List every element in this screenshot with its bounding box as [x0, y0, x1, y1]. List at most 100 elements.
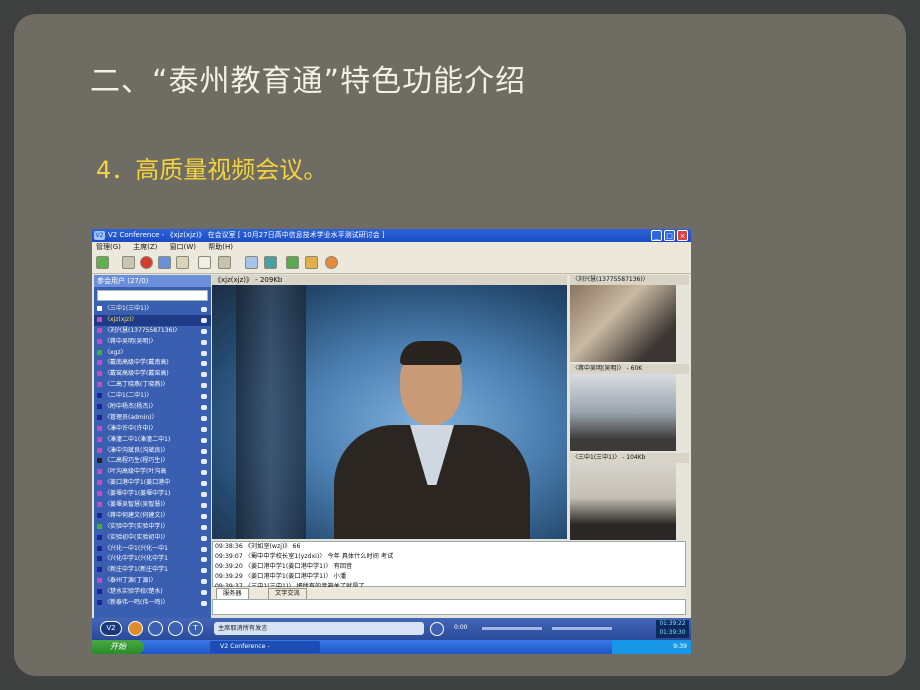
participant-item[interactable]: 〈溱中沟斌良(沟斌良)〉 [94, 446, 211, 457]
tool-whiteboard-icon[interactable] [158, 256, 171, 269]
participant-item[interactable]: 〈管理员(admin)〉 [94, 413, 211, 424]
tool-users-icon[interactable] [96, 256, 109, 269]
camera-icon[interactable] [201, 481, 207, 487]
camera-icon[interactable] [201, 524, 207, 530]
participant-item[interactable]: 〈新泰伟一鸣(伟一鸣)〉 [94, 598, 211, 609]
windows-taskbar: 开始 V2 Conference - 9:39 [92, 640, 691, 654]
participant-item[interactable]: 〈实验初中(实验初中)〉 [94, 533, 211, 544]
mic-icon[interactable] [430, 622, 444, 636]
main-video[interactable] [212, 285, 567, 539]
side-video-3[interactable] [570, 463, 676, 540]
menu-window[interactable]: 窗口(W) [170, 243, 196, 251]
speaker-slider[interactable] [552, 627, 612, 630]
participant-item[interactable]: 〈xjz(xjz)〉 [94, 314, 211, 326]
camera-icon[interactable] [201, 372, 207, 378]
camera-icon[interactable] [201, 503, 207, 509]
camera-icon[interactable] [201, 470, 207, 476]
camera-icon[interactable] [201, 339, 207, 345]
camera-icon[interactable] [201, 415, 207, 421]
participant-item[interactable]: 〈附中杨杰(杨杰)〉 [94, 402, 211, 413]
participant-item[interactable]: 〈戴窑高级中学(戴窑高) [94, 369, 211, 380]
camera-icon[interactable] [201, 590, 207, 596]
start-button[interactable]: 开始 [92, 640, 144, 654]
participant-name: 〈兴化中学1(兴化中学1 [104, 555, 168, 563]
tool-screen-icon[interactable] [264, 256, 277, 269]
participant-item[interactable]: 〈蒋中何建文(何建文)〉 [94, 511, 211, 522]
camera-icon[interactable] [201, 383, 207, 389]
participant-name: 〈实验初中(实验初中)〉 [104, 533, 169, 541]
tool-settings-icon[interactable] [325, 256, 338, 269]
tool-pointer-icon[interactable] [218, 256, 231, 269]
camera-icon[interactable] [201, 448, 207, 454]
background-lamp [236, 285, 306, 539]
camera-icon[interactable] [201, 426, 207, 432]
participant-item[interactable]: 〈二中1(二中1)〉 [94, 391, 211, 402]
camera-icon[interactable] [201, 437, 207, 443]
menu-manage[interactable]: 管理(G) [96, 243, 121, 251]
hand-icon[interactable] [128, 621, 143, 636]
tool-record-icon[interactable] [140, 256, 153, 269]
participant-item[interactable]: 〈三中1(三中1)〉 [94, 304, 211, 315]
camera-icon[interactable] [201, 535, 207, 541]
camera-icon[interactable] [201, 317, 207, 323]
close-button[interactable]: × [677, 230, 688, 241]
camera-icon[interactable] [201, 350, 207, 356]
camera-icon[interactable] [201, 546, 207, 552]
tool-copy-icon[interactable] [198, 256, 211, 269]
maximize-button[interactable]: □ [664, 230, 675, 241]
tool-camera-icon[interactable] [245, 256, 258, 269]
tool-share-icon[interactable] [122, 256, 135, 269]
participant-header: 参会用户 (27/0) [94, 275, 211, 287]
tool-audio-icon[interactable] [305, 256, 318, 269]
participant-search-input[interactable] [97, 290, 208, 301]
participant-item[interactable]: 〈泰州丁源(丁源)〉 [94, 576, 211, 587]
status-icon [97, 436, 102, 442]
participant-item[interactable]: 〈姜堰吴智慧(吴智慧)〉 [94, 500, 211, 511]
participant-item[interactable]: 〈楚水实验学校(楚水) [94, 587, 211, 598]
menu-help[interactable]: 帮助(H) [208, 243, 233, 251]
camera-icon[interactable] [201, 601, 207, 607]
side-video-2[interactable] [570, 374, 676, 451]
camera-icon[interactable] [201, 492, 207, 498]
participant-item[interactable]: 〈蒋中吴明(吴明)〉 [94, 337, 211, 348]
participant-item[interactable]: 〈兴化一中1(兴化一中1 [94, 544, 211, 555]
participant-item[interactable]: 〈实验中学(实验中学)〉 [94, 522, 211, 533]
status-icon [97, 589, 102, 595]
board-icon[interactable] [168, 621, 183, 636]
camera-icon[interactable] [201, 557, 207, 563]
chat-input[interactable] [212, 599, 686, 615]
participant-item[interactable]: 〈兴化中学1(兴化中学1 [94, 554, 211, 565]
side-video-1[interactable] [570, 285, 676, 362]
camera-icon[interactable] [201, 361, 207, 367]
volume-slider[interactable] [482, 627, 542, 630]
participant-item[interactable]: 〈xgz〉 [94, 348, 211, 359]
taskbar-item-conference[interactable]: V2 Conference - [210, 641, 320, 653]
minimize-button[interactable]: _ [651, 230, 662, 241]
participant-item[interactable]: 〈溱潼二中1(溱潼二中1) [94, 435, 211, 446]
participant-item[interactable]: 〈新庄中学1(新庄中学1 [94, 565, 211, 576]
camera-icon[interactable] [201, 579, 207, 585]
participant-name: 〈xjz(xjz)〉 [104, 315, 138, 323]
participant-name: 〈楚水实验学校(楚水) [104, 588, 163, 596]
participant-item[interactable]: 〈戴南高级中学(戴南高) [94, 358, 211, 369]
tool-document-icon[interactable] [176, 256, 189, 269]
camera-icon[interactable] [201, 568, 207, 574]
participant-item[interactable]: 〈溱中许中(许中)〉 [94, 424, 211, 435]
pen-icon[interactable] [148, 621, 163, 636]
participant-item[interactable]: 〈刘兴慧(13775587136)〉 [94, 326, 211, 337]
camera-icon[interactable] [201, 405, 207, 411]
participant-item[interactable]: 〈叶沟高级中学(叶沟高 [94, 467, 211, 478]
status-icon [97, 327, 102, 333]
tool-layout-icon[interactable] [286, 256, 299, 269]
camera-icon[interactable] [201, 513, 207, 519]
participant-item[interactable]: 〈二高程巧生(程巧生)〉 [94, 456, 211, 467]
participant-item[interactable]: 〈姜堰中学1(姜堰中学1) [94, 489, 211, 500]
camera-icon[interactable] [201, 328, 207, 334]
participant-item[interactable]: 〈姜口港中学1(姜口港中 [94, 478, 211, 489]
menu-chair[interactable]: 主席(Z) [133, 243, 157, 251]
participant-item[interactable]: 〈二高丁晓燕(丁晓燕)〉 [94, 380, 211, 391]
camera-icon[interactable] [201, 459, 207, 465]
text-icon[interactable]: T [188, 621, 203, 636]
camera-icon[interactable] [201, 394, 207, 400]
camera-icon[interactable] [201, 307, 207, 312]
